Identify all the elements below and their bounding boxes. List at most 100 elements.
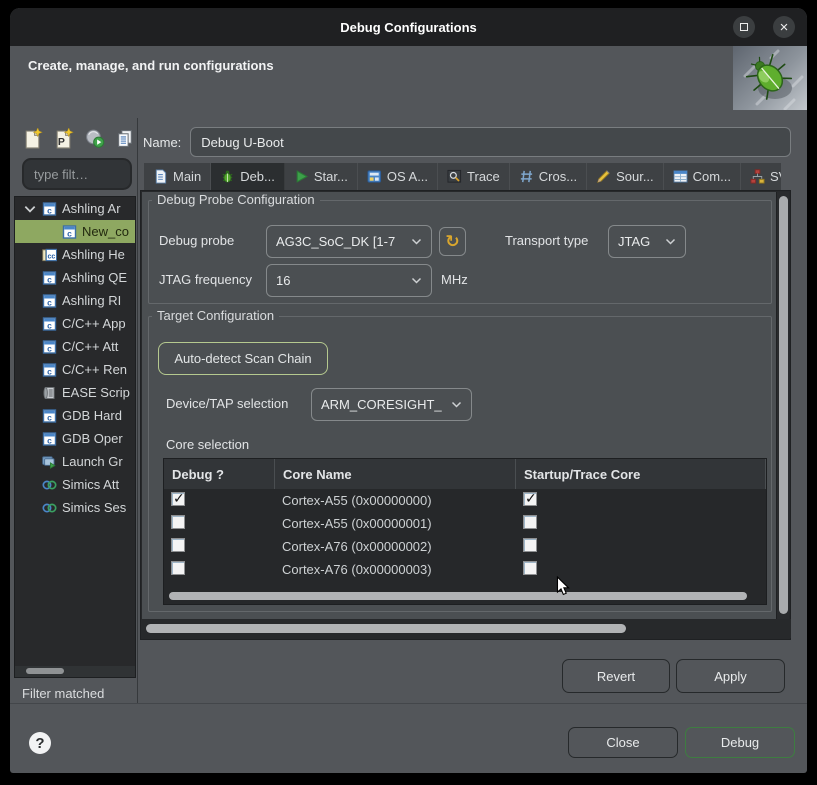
tab-osa[interactable]: OS A...	[358, 163, 438, 190]
tab-sour[interactable]: Sour...	[587, 163, 664, 190]
tree-item-ease-scrip[interactable]: EASE Scrip	[15, 381, 135, 404]
apply-button[interactable]: Apply	[676, 659, 785, 693]
tab-trace[interactable]: Trace	[438, 163, 510, 190]
tab-deb[interactable]: Deb...	[211, 163, 285, 190]
new-configuration-icon[interactable]	[22, 128, 43, 149]
startup-trace-cell	[516, 561, 766, 578]
tree-horizontal-scrollbar[interactable]	[15, 666, 135, 677]
svg-text:c: c	[47, 435, 52, 445]
tree-item-label: EASE Scrip	[62, 385, 130, 400]
tree-item-c-c-app[interactable]: cC/C++ App	[15, 312, 135, 335]
close-window-button[interactable]: ×	[773, 16, 795, 38]
tree-item-ashling-ri[interactable]: cAshling RI	[15, 289, 135, 312]
core-selection-label: Core selection	[166, 437, 249, 452]
autodetect-scan-chain-button[interactable]: Auto-detect Scan Chain	[158, 342, 328, 375]
chevron-down-icon	[665, 238, 676, 246]
revert-button[interactable]: Revert	[562, 659, 670, 693]
tab-content-frame: Debug Probe Configuration Debug probe AG…	[140, 190, 791, 640]
tab-main[interactable]: Main	[144, 163, 211, 190]
tree-item-label: C/C++ App	[62, 316, 126, 331]
startup-trace-checkbox[interactable]	[523, 515, 537, 529]
core-name-cell: Cortex-A55 (0x00000001)	[275, 516, 516, 531]
console-double-icon: cc	[42, 248, 57, 262]
debug-checkbox[interactable]	[171, 538, 185, 552]
name-label: Name:	[143, 135, 181, 150]
tree-item-simics-att[interactable]: Simics Att	[15, 473, 135, 496]
close-button[interactable]: Close	[568, 727, 678, 758]
chevron-expanded-icon[interactable]	[23, 203, 37, 215]
debug-button[interactable]: Debug	[685, 727, 795, 758]
tab-com[interactable]: Com...	[664, 163, 741, 190]
content-vertical-scrollbar[interactable]	[776, 192, 789, 620]
column-header-startup-trace[interactable]: Startup/Trace Core	[516, 459, 766, 489]
svg-text:c: c	[47, 274, 52, 284]
filter-input[interactable]	[22, 158, 132, 190]
tree-item-c-c-ren[interactable]: cC/C++ Ren	[15, 358, 135, 381]
debug-probe-combo[interactable]: AG3C_SoC_DK [1-7	[266, 225, 432, 258]
startup-trace-checkbox[interactable]	[523, 538, 537, 552]
console-icon: c	[42, 340, 57, 354]
svg-text:c: c	[47, 343, 52, 353]
column-header-debug[interactable]: Debug ?	[164, 459, 275, 489]
tree-item-gdb-hard[interactable]: cGDB Hard	[15, 404, 135, 427]
titlebar[interactable]: Debug Configurations ×	[10, 8, 807, 46]
table-row[interactable]: Cortex-A55 (0x00000001)	[164, 512, 766, 535]
doc-icon	[153, 169, 168, 184]
tab-cros[interactable]: Cros...	[510, 163, 587, 190]
configurations-sidebar: P cAshling ArcNew_coccAshling HecAshling…	[14, 118, 137, 703]
transport-type-combo[interactable]: JTAG	[608, 225, 686, 258]
dialog-subtitle: Create, manage, and run configurations	[28, 58, 274, 73]
tree-item-label: Ashling QE	[62, 270, 127, 285]
startup-trace-cell	[516, 515, 766, 532]
startup-trace-checkbox[interactable]	[523, 561, 537, 575]
panel-divider[interactable]	[137, 118, 138, 703]
debug-checkbox[interactable]	[171, 515, 185, 529]
tree-item-c-c-att[interactable]: cC/C++ Att	[15, 335, 135, 358]
table-row[interactable]: Cortex-A76 (0x00000003)	[164, 558, 766, 581]
tree-item-ashling-qe[interactable]: c Ashling QE	[15, 266, 135, 289]
horizontal-scrollbar-thumb[interactable]	[146, 624, 626, 633]
configuration-name-input[interactable]	[190, 127, 791, 157]
tree-item-new-co[interactable]: cNew_co	[15, 220, 135, 243]
editor-tabstrip: MainDeb...Star... OS A... TraceCros...Sour…	[144, 163, 781, 190]
tree-item-launch-gr[interactable]: Launch Gr	[15, 450, 135, 473]
tree-item-simics-ses[interactable]: Simics Ses	[15, 496, 135, 519]
refresh-probes-button[interactable]: ↻	[439, 227, 466, 256]
column-header-core-name[interactable]: Core Name	[275, 459, 516, 489]
name-row: Name:	[143, 126, 791, 158]
debug-probe-configuration-group: Debug Probe Configuration Debug probe AG…	[148, 200, 772, 304]
tree-item-ashling-ar[interactable]: cAshling Ar	[15, 197, 135, 220]
help-button[interactable]: ?	[29, 732, 51, 754]
tab-svd[interactable]: SVD ...	[741, 163, 781, 190]
tree-scrollbar-thumb[interactable]	[26, 668, 64, 674]
vertical-scrollbar-thumb[interactable]	[779, 196, 788, 614]
table-scrollbar-thumb[interactable]	[169, 592, 747, 600]
duplicate-configuration-icon[interactable]	[115, 128, 136, 149]
tree-item-gdb-oper[interactable]: cGDB Oper	[15, 427, 135, 450]
new-prototype-icon[interactable]: P	[53, 128, 74, 149]
table-row[interactable]: Cortex-A76 (0x00000002)	[164, 535, 766, 558]
tree-item-label: GDB Hard	[62, 408, 122, 423]
debug-checkbox[interactable]	[171, 561, 185, 575]
tab-star[interactable]: Star...	[285, 163, 358, 190]
export-configuration-icon[interactable]	[84, 128, 105, 149]
tab-label: OS A...	[387, 169, 428, 184]
tab-label: Com...	[693, 169, 731, 184]
device-tap-combo[interactable]: ARM_CORESIGHT_	[311, 388, 472, 421]
content-horizontal-scrollbar[interactable]	[142, 619, 791, 638]
table-horizontal-scrollbar[interactable]	[166, 591, 764, 601]
configurations-tree[interactable]: cAshling ArcNew_coccAshling He c Ashling Q…	[14, 196, 136, 678]
maximize-icon	[740, 23, 748, 31]
svg-text:cc: cc	[47, 253, 55, 260]
debugger-tab-content: Debug Probe Configuration Debug probe AG…	[142, 192, 777, 620]
jtag-frequency-combo[interactable]: 16	[266, 264, 432, 297]
debug-cell	[164, 561, 275, 578]
startup-trace-cell	[516, 538, 766, 555]
tree-item-ashling-he[interactable]: ccAshling He	[15, 243, 135, 266]
startup-trace-checkbox[interactable]	[523, 492, 537, 506]
maximize-button[interactable]	[733, 16, 755, 38]
dialog-header: Create, manage, and run configurations	[10, 46, 807, 110]
debug-checkbox[interactable]	[171, 492, 185, 506]
table-row[interactable]: Cortex-A55 (0x00000000)	[164, 489, 766, 512]
transport-type-value: JTAG	[618, 234, 650, 249]
